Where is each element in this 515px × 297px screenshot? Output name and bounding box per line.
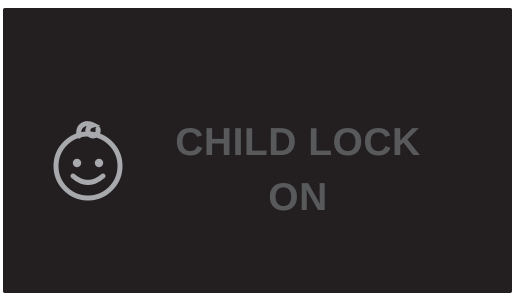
message-line-2: ON bbox=[268, 176, 328, 219]
child-face-svg bbox=[53, 121, 123, 201]
child-face-icon bbox=[50, 114, 126, 202]
face-outline bbox=[53, 131, 123, 201]
message-line-1: CHILD LOCK bbox=[175, 121, 421, 164]
smile bbox=[70, 173, 106, 185]
child-lock-screen: CHILD LOCK ON bbox=[3, 8, 512, 293]
left-eye bbox=[72, 158, 82, 168]
child-lock-message: CHILD LOCK ON bbox=[143, 115, 453, 225]
right-eye bbox=[94, 158, 104, 168]
